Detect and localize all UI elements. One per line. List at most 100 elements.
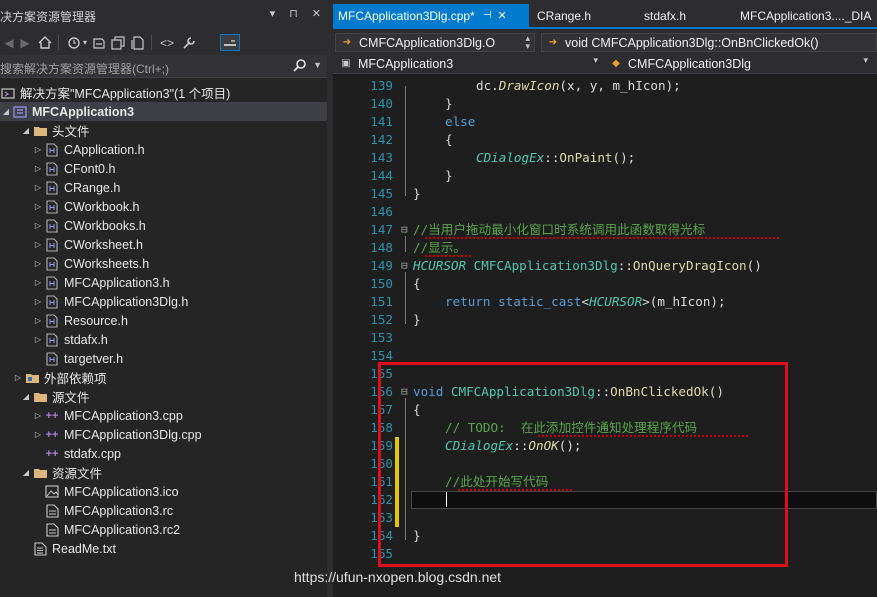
tree-item-file[interactable]: ▷ CRange.h [0,178,327,197]
tab-mfcapplication3dlg-cpp[interactable]: MFCApplication3Dlg.cpp* ⊣ ✕ [333,4,529,27]
collapsed-arrow-icon[interactable]: ▷ [32,316,44,325]
forward-icon[interactable]: ▶ [18,34,32,51]
resource-file-icon [44,503,60,518]
tree-item-file[interactable]: ++ stdafx.cpp [0,444,327,463]
tree-item-file[interactable]: ▷ ++ MFCApplication3.cpp [0,406,327,425]
chevron-down-icon[interactable]: ▾ [863,55,868,66]
show-all-files-icon[interactable] [130,34,146,51]
close-tab-icon[interactable]: ✕ [497,9,506,22]
collapsed-arrow-icon[interactable]: ▷ [32,297,44,306]
search-icon[interactable] [293,58,307,75]
tab-mfcapplication3-dialog[interactable]: MFCApplication3...._DIA [735,4,877,27]
expanded-arrow-icon[interactable]: ◢ [20,468,32,477]
header-file-icon [44,199,60,214]
tab-crange-h[interactable]: CRange.h [532,4,632,27]
line-number: 145 [370,186,393,201]
tree-item-file[interactable]: ReadMe.txt [0,539,327,558]
tree-item-external-deps[interactable]: ▷ 外部依赖项 [0,368,327,387]
collapsed-arrow-icon[interactable]: ▷ [32,259,44,268]
class-icon: ◆ [612,58,620,69]
chevron-down-icon[interactable]: ▾ [593,55,598,66]
fold-collapse-icon[interactable]: ⊟ [401,257,411,275]
tree-item-file[interactable]: ▷ MFCApplication3Dlg.h [0,292,327,311]
tree-item-file[interactable]: MFCApplication3.ico [0,482,327,501]
tree-item-file[interactable]: ▷ CFont0.h [0,159,327,178]
line-number: 139 [370,78,393,93]
scope-dropdown[interactable]: ➜ CMFCApplication3Dlg.O ▴ ▾ [335,33,535,52]
collapsed-arrow-icon[interactable]: ▷ [32,278,44,287]
tree-item-label: 源文件 [52,391,90,405]
pin-icon[interactable]: ⊣ [483,10,492,21]
expanded-arrow-icon[interactable]: ◢ [20,126,32,135]
collapsed-arrow-icon[interactable]: ▷ [32,164,44,173]
collapsed-arrow-icon[interactable]: ▷ [32,183,44,192]
tree-item-file[interactable]: ▷ Resource.h [0,311,327,330]
close-icon[interactable]: ✕ [312,7,321,20]
window-position-dropdown-icon[interactable]: ▾ [270,7,276,20]
collapsed-arrow-icon[interactable]: ▷ [12,373,24,382]
tree-item-label: Resource.h [64,313,128,328]
fold-collapse-icon[interactable]: ⊟ [401,221,411,239]
project-icon [12,105,28,119]
collapsed-arrow-icon[interactable]: ▷ [32,145,44,154]
tree-item-file[interactable]: ▷ ++ MFCApplication3Dlg.cpp [0,425,327,444]
code-line: 151 return static_cast<HCURSOR>(m_hIcon); [333,293,877,311]
tab-label: MFCApplication3Dlg.cpp* [338,8,475,23]
tree-item-source-files[interactable]: ◢ 源文件 [0,387,327,406]
tree-item-file[interactable]: ▷ CApplication.h [0,140,327,159]
collapse-all-icon[interactable] [110,34,126,51]
header-file-icon [44,256,60,271]
class-dropdown[interactable]: ◆ CMFCApplication3Dlg ▾ [605,54,871,73]
solution-explorer-search[interactable]: 搜索解决方案资源管理器(Ctrl+;) ▼ [0,55,327,78]
tab-stdafx-h[interactable]: stdafx.h [639,4,729,27]
view-code-icon[interactable]: <> [158,34,176,51]
tree-item-project[interactable]: ◢ MFCApplication3 [0,102,327,121]
search-options-dropdown-icon[interactable]: ▼ [313,60,322,70]
tree-item-file[interactable]: ▷ CWorksheets.h [0,254,327,273]
code-line: 139 dc.DrawIcon(x, y, m_hIcon); [333,77,877,95]
tree-item-file[interactable]: ▷ stdafx.h [0,330,327,349]
tree-item-file[interactable]: targetver.h [0,349,327,368]
project-dropdown[interactable]: ▣ MFCApplication3 ▾ [335,54,601,73]
pending-changes-filter-icon[interactable]: ▾ [66,34,88,51]
home-icon[interactable] [36,34,54,51]
collapsed-arrow-icon[interactable]: ▷ [32,240,44,249]
collapsed-arrow-icon[interactable]: ▷ [32,430,44,439]
preview-selected-items-icon[interactable] [220,34,240,51]
solution-explorer-toolbar: ◀ ▶ ▾ <> [0,31,327,55]
expanded-arrow-icon[interactable]: ◢ [0,107,12,116]
tree-item-file[interactable]: MFCApplication3.rc2 [0,520,327,539]
member-dropdown[interactable]: ➜ void CMFCApplication3Dlg::OnBnClickedO… [541,33,877,52]
search-input[interactable]: 搜索解决方案资源管理器(Ctrl+;) [0,60,169,77]
spin-arrows-icon[interactable]: ▴ ▾ [525,34,530,51]
properties-wrench-icon[interactable] [180,34,198,51]
tree-item-file[interactable]: ▷ CWorkbooks.h [0,216,327,235]
tree-item-header-files[interactable]: ◢ 头文件 [0,121,327,140]
tree-item-label: CWorksheet.h [64,237,143,252]
code-line: 144} [333,167,877,185]
tree-item-file[interactable]: ▷ CWorksheet.h [0,235,327,254]
tree-item-label: MFCApplication3.rc2 [64,522,181,537]
expanded-arrow-icon[interactable]: ◢ [20,392,32,401]
pin-icon[interactable]: ⊓ [289,7,298,20]
folder-icon [32,466,48,480]
tree-item-file[interactable]: MFCApplication3.rc [0,501,327,520]
collapsed-arrow-icon[interactable]: ▷ [32,335,44,344]
tree-item-file[interactable]: ▷ MFCApplication3.h [0,273,327,292]
tree-item-solution[interactable]: 解决方案"MFCApplication3"(1 个项目) [0,83,327,102]
back-icon[interactable]: ◀ [2,34,16,51]
collapsed-arrow-icon[interactable]: ▷ [32,411,44,420]
tree-item-resource-files[interactable]: ◢ 资源文件 [0,463,327,482]
header-file-icon [44,218,60,233]
collapsed-arrow-icon[interactable]: ▷ [32,202,44,211]
line-number: 142 [370,132,393,147]
tree-item-label: CFont0.h [64,161,116,176]
code-text: } [445,96,453,111]
code-line: 143 CDialogEx::OnPaint(); [333,149,877,167]
sync-icon[interactable] [92,34,106,51]
line-number: 151 [370,294,393,309]
collapsed-arrow-icon[interactable]: ▷ [32,221,44,230]
tree-item-file[interactable]: ▷ CWorkbook.h [0,197,327,216]
code-line: 149 ⊟ HCURSOR CMFCApplication3Dlg::OnQuery… [333,257,877,275]
spelling-squiggle [425,255,471,257]
